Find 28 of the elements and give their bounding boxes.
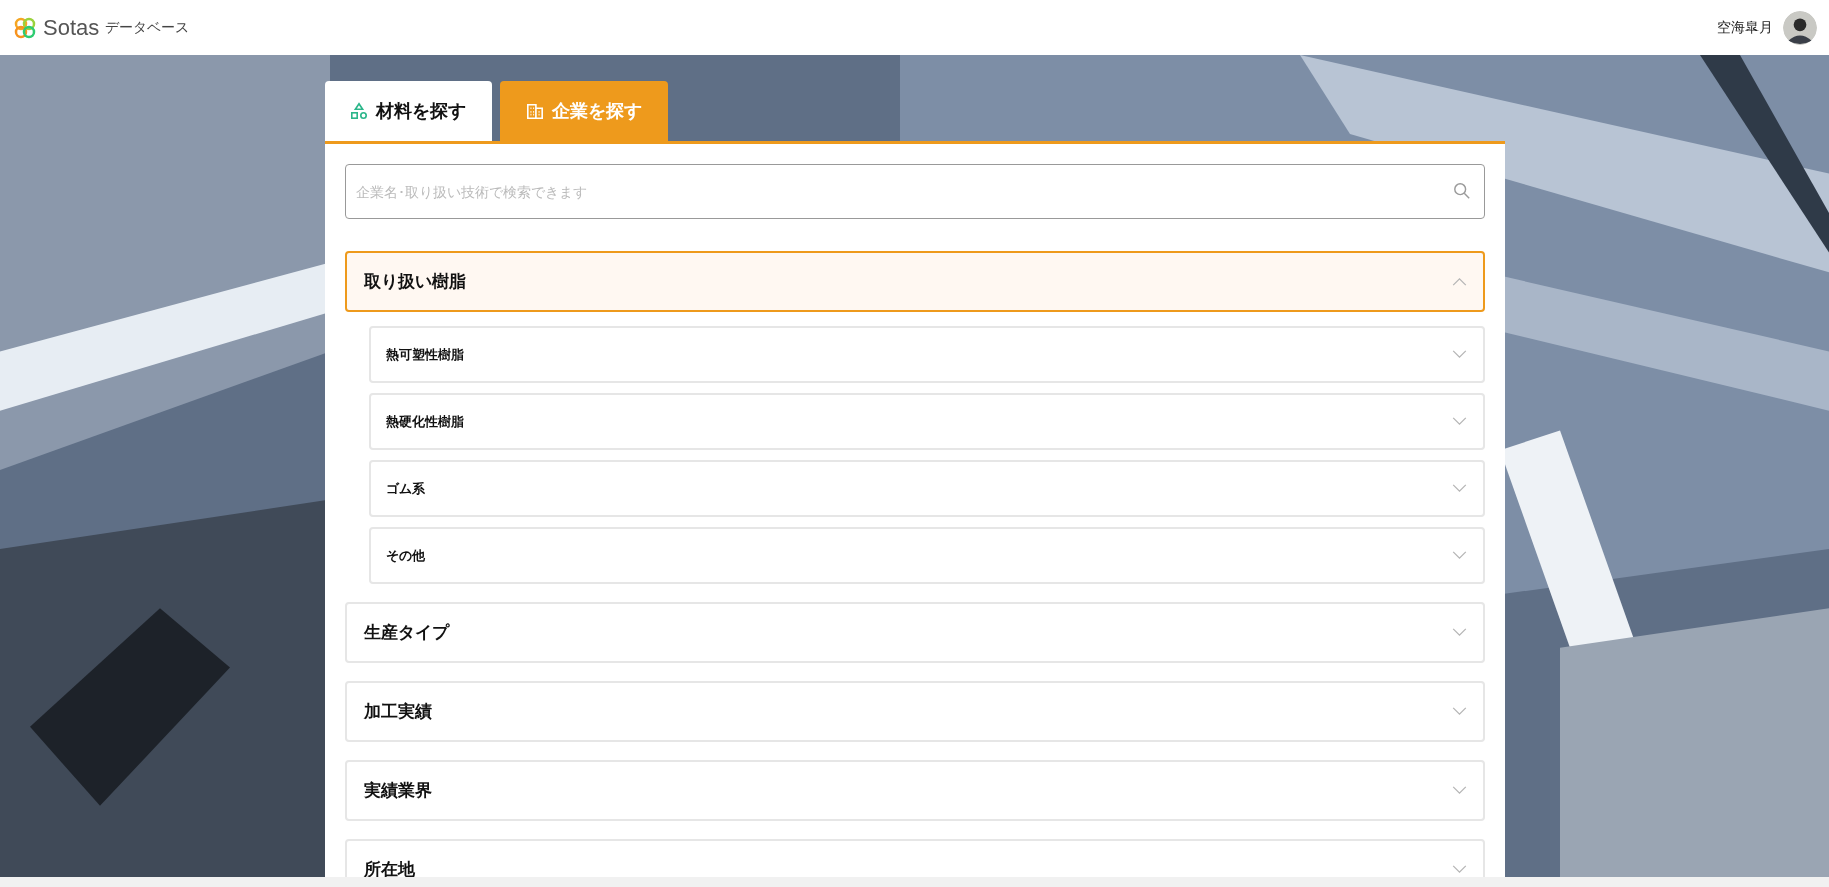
chevron-down-icon [1451, 865, 1467, 874]
user-name[interactable]: 空海皐月 [1717, 18, 1773, 37]
chevron-down-icon [1451, 417, 1467, 426]
avatar-icon[interactable] [1783, 10, 1817, 45]
accordion-header[interactable]: 生産タイプ [344, 602, 1485, 663]
chevron-down-icon [1451, 551, 1467, 560]
chevron-down-icon [1451, 350, 1467, 359]
accordion-header[interactable]: 熱可塑性樹脂 [368, 326, 1485, 383]
accordion-header[interactable]: 実績業界 [344, 760, 1485, 821]
search-field[interactable]: 企業名･取り扱い技術で検索できます [344, 164, 1485, 219]
accordion-header[interactable]: 取り扱い樹脂 [344, 251, 1485, 312]
accordion-header[interactable]: その他 [368, 527, 1485, 584]
accordion-header[interactable]: 熱硬化性樹脂 [368, 393, 1485, 450]
logo-icon [13, 15, 37, 40]
accordion-header[interactable]: 所在地 [344, 839, 1485, 877]
chevron-up-icon [1451, 277, 1467, 286]
shapes-icon [350, 102, 368, 120]
chevron-down-icon [1451, 707, 1467, 716]
logo-text[interactable]: Sotas [43, 14, 100, 41]
accordion-header[interactable]: 加工実績 [344, 681, 1485, 742]
logo-subtitle: データベース [105, 18, 190, 37]
building-icon [525, 102, 544, 120]
search-icon[interactable] [1452, 182, 1471, 200]
chevron-down-icon [1451, 786, 1467, 795]
accordion-header[interactable]: ゴム系 [368, 460, 1485, 517]
tab[interactable]: 材料を探す [324, 81, 492, 141]
chevron-down-icon [1451, 628, 1467, 637]
chevron-down-icon [1451, 484, 1467, 493]
